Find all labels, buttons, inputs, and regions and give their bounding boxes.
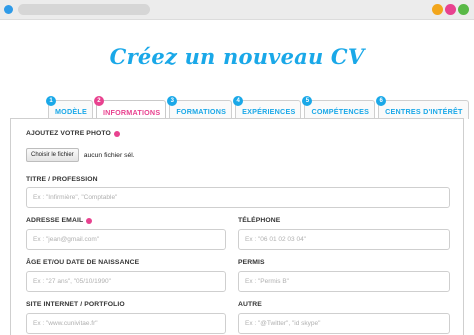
telephone-label: TÉLÉPHONE bbox=[238, 217, 281, 224]
tab-formations[interactable]: 3 FORMATIONS bbox=[167, 96, 233, 119]
page-title: Créez un nouveau CV bbox=[109, 44, 365, 69]
photo-label: AJOUTEZ VOTRE PHOTO bbox=[26, 130, 120, 137]
close-button[interactable] bbox=[458, 4, 469, 15]
photo-file-input[interactable]: Choisir le fichier aucun fichier sél. bbox=[26, 146, 135, 164]
tab-number-badge: 6 bbox=[376, 96, 387, 106]
required-info-icon bbox=[86, 217, 93, 224]
autre-input[interactable]: Ex : "@Twitter", "id skype" bbox=[238, 313, 450, 334]
address-bar[interactable] bbox=[18, 4, 150, 15]
tab-label: EXPÉRIENCES bbox=[242, 107, 296, 116]
tab-centres-interet[interactable]: 6 CENTRES D'INTÉRÊT bbox=[376, 96, 469, 119]
telephone-input[interactable]: Ex : "06 01 02 03 04" bbox=[238, 229, 450, 250]
choose-file-button[interactable]: Choisir le fichier bbox=[26, 148, 79, 162]
age-input[interactable]: Ex : "27 ans", "05/10/1990" bbox=[26, 271, 226, 292]
titre-label: TITRE / PROFESSION bbox=[26, 176, 98, 183]
tab-label: COMPÉTENCES bbox=[311, 107, 370, 116]
tab-number-badge: 2 bbox=[93, 96, 104, 106]
tab-number-badge: 4 bbox=[233, 96, 244, 106]
tab-number-badge: 5 bbox=[302, 96, 313, 106]
tab-modele[interactable]: 1 MODÈLE bbox=[46, 96, 93, 119]
age-label: ÂGE ET/OU DATE DE NAISSANCE bbox=[26, 259, 140, 266]
autre-label: AUTRE bbox=[238, 301, 262, 308]
required-info-icon bbox=[113, 130, 120, 137]
site-label: SITE INTERNET / PORTFOLIO bbox=[26, 301, 125, 308]
email-label-text: ADRESSE EMAIL bbox=[26, 217, 84, 224]
permis-input[interactable]: Ex : "Permis B" bbox=[238, 271, 450, 292]
window-titlebar bbox=[0, 0, 474, 20]
step-tabs: 1 MODÈLE 2 INFORMATIONS 3 FORMATIONS 4 E… bbox=[46, 96, 469, 120]
site-input[interactable]: Ex : "www.cunivitae.fr" bbox=[26, 313, 226, 334]
tab-number-badge: 3 bbox=[167, 96, 178, 106]
tab-label: MODÈLE bbox=[55, 107, 87, 116]
tab-experiences[interactable]: 4 EXPÉRIENCES bbox=[233, 96, 302, 119]
email-input[interactable]: Ex : "jean@gmail.com" bbox=[26, 229, 226, 250]
tab-competences[interactable]: 5 COMPÉTENCES bbox=[302, 96, 376, 119]
file-status-text: aucun fichier sél. bbox=[83, 151, 135, 159]
minimize-button[interactable] bbox=[432, 4, 443, 15]
permis-label: PERMIS bbox=[238, 259, 265, 266]
tab-number-badge: 1 bbox=[46, 96, 56, 106]
titre-input[interactable]: Ex : "Infirmière", "Comptable" bbox=[26, 187, 450, 208]
tab-label: INFORMATIONS bbox=[102, 108, 161, 117]
email-label: ADRESSE EMAIL bbox=[26, 217, 93, 224]
tab-informations[interactable]: 2 INFORMATIONS bbox=[93, 96, 167, 120]
photo-label-text: AJOUTEZ VOTRE PHOTO bbox=[26, 130, 111, 137]
tab-label: FORMATIONS bbox=[176, 107, 227, 116]
tab-label: CENTRES D'INTÉRÊT bbox=[385, 107, 463, 116]
window-icon bbox=[4, 5, 13, 14]
maximize-button[interactable] bbox=[445, 4, 456, 15]
